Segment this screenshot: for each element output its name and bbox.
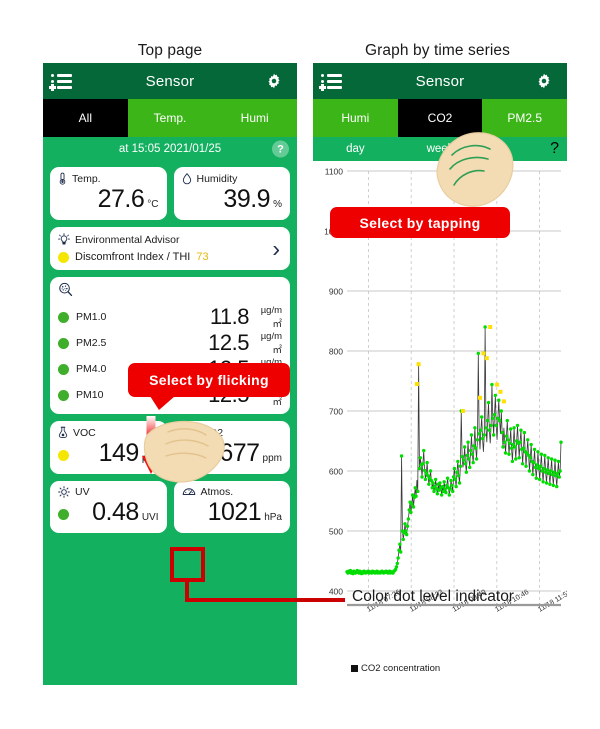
hand-tap-icon bbox=[436, 132, 514, 207]
screenshot-root: Top page Graph by time series Sensor All… bbox=[0, 0, 600, 729]
chart-canvas: 4005006007008009001000110011/18 07:2611/… bbox=[324, 167, 567, 675]
tab-all[interactable]: All bbox=[43, 99, 128, 137]
temp-value: 27.6 bbox=[97, 185, 145, 213]
pm-row[interactable]: PM2.5 12.5 µg/m㎡ bbox=[58, 330, 282, 356]
uv-unit: UVI bbox=[141, 512, 159, 523]
callout-leader-horizontal bbox=[185, 598, 345, 602]
co2-unit: ppm bbox=[262, 453, 282, 464]
timestamp-label: at 15:05 2021/01/25 bbox=[118, 143, 222, 155]
caption-graph-page: Graph by time series bbox=[365, 42, 510, 59]
chevron-right-icon[interactable]: › bbox=[272, 237, 280, 260]
pm25-unit: µg/m㎡ bbox=[260, 330, 282, 356]
pm10-label: PM10 bbox=[76, 389, 104, 401]
atmos-unit: hPa bbox=[264, 512, 282, 523]
voc-label: VOC bbox=[73, 426, 96, 439]
left-appbar: Sensor bbox=[43, 63, 297, 99]
advisor-index-row: Discomfront Index / THI 73 bbox=[58, 251, 282, 263]
advisor-body: Environmental Advisor Discomfront Index … bbox=[50, 227, 290, 270]
advisor-index-value: 73 bbox=[196, 251, 209, 263]
help-icon[interactable]: ? bbox=[272, 140, 289, 158]
callout-select-by-flicking: Select by flicking bbox=[128, 363, 290, 410]
pm1-label: PM1.0 bbox=[76, 311, 107, 323]
uv-label: UV bbox=[75, 486, 90, 498]
gear-icon[interactable] bbox=[257, 73, 291, 89]
callout-tapping-label: Select by tapping bbox=[359, 214, 481, 231]
pm4-level-dot bbox=[58, 363, 69, 375]
left-sensor-tabs[interactable]: All Temp. Humi bbox=[43, 99, 297, 137]
svg-text:500: 500 bbox=[329, 527, 343, 537]
co2-timeseries-chart[interactable]: 4005006007008009001000110011/18 07:2611/… bbox=[313, 161, 567, 685]
pm-card-head bbox=[58, 282, 282, 302]
tab-humi[interactable]: Humi bbox=[313, 99, 398, 137]
humidity-card-head: Humidity bbox=[174, 167, 291, 185]
list-add-icon[interactable] bbox=[319, 71, 353, 91]
range-day[interactable]: day bbox=[313, 137, 398, 161]
atmos-value-row: 1021 hPa bbox=[174, 498, 291, 533]
temp-humidity-row: Temp. 27.6 °C Humidity 39.9 % bbox=[50, 167, 290, 220]
humidity-label: Humidity bbox=[196, 172, 238, 185]
svg-text:600: 600 bbox=[329, 467, 343, 477]
atmos-card[interactable]: Atmos. 1021 hPa bbox=[173, 481, 291, 533]
humidity-value-row: 39.9 % bbox=[174, 185, 291, 220]
svg-text:700: 700 bbox=[329, 407, 343, 417]
pm-row[interactable]: PM1.0 11.8 µg/m㎡ bbox=[58, 304, 282, 330]
humidity-card[interactable]: Humidity 39.9 % bbox=[173, 167, 291, 220]
uv-level-dot bbox=[58, 509, 69, 520]
uv-card[interactable]: UV 0.48 UVI bbox=[50, 481, 167, 533]
svg-text:400: 400 bbox=[329, 587, 343, 597]
gear-icon[interactable] bbox=[527, 73, 561, 89]
temp-card-head: Temp. bbox=[50, 167, 167, 185]
svg-text:CO2 concentration: CO2 concentration bbox=[361, 663, 440, 674]
pm1-level-dot bbox=[58, 311, 69, 323]
environmental-advisor-card[interactable]: Environmental Advisor Discomfront Index … bbox=[50, 227, 290, 270]
callout-select-by-tapping: Select by tapping bbox=[330, 207, 510, 238]
sun-icon bbox=[58, 486, 70, 498]
callout-flicking-label: Select by flicking bbox=[149, 372, 269, 388]
temp-unit: °C bbox=[147, 199, 159, 210]
tab-humi[interactable]: Humi bbox=[212, 99, 297, 137]
svg-text:800: 800 bbox=[329, 347, 343, 357]
particle-icon bbox=[59, 282, 73, 297]
advisor-title: Environmental Advisor bbox=[75, 233, 180, 246]
uv-atmos-row: UV 0.48 UVI Atmos. 1021 hPa bbox=[50, 481, 290, 533]
help-icon[interactable]: ? bbox=[550, 140, 559, 158]
voc-value: 149 bbox=[98, 439, 140, 467]
left-timestamp-bar: at 15:05 2021/01/25 ? bbox=[43, 137, 297, 161]
pm1-unit: µg/m㎡ bbox=[260, 304, 282, 330]
pm25-label: PM2.5 bbox=[76, 337, 107, 349]
droplet-icon bbox=[182, 172, 191, 185]
lightbulb-icon bbox=[58, 233, 70, 245]
list-add-icon[interactable] bbox=[49, 71, 83, 91]
uv-value-row: 0.48 UVI bbox=[50, 498, 167, 533]
right-appbar: Sensor bbox=[313, 63, 567, 99]
left-app-title: Sensor bbox=[145, 72, 195, 90]
right-app-title: Sensor bbox=[415, 72, 465, 90]
temp-card[interactable]: Temp. 27.6 °C bbox=[50, 167, 167, 220]
humidity-unit: % bbox=[273, 199, 282, 210]
svg-text:1100: 1100 bbox=[325, 167, 344, 177]
pm25-value: 12.5 bbox=[208, 330, 249, 355]
humidity-value: 39.9 bbox=[223, 185, 271, 213]
pm10-level-dot bbox=[58, 389, 69, 401]
temp-value-row: 27.6 °C bbox=[50, 185, 167, 220]
atmos-value: 1021 bbox=[207, 498, 262, 526]
advisor-level-dot bbox=[58, 251, 69, 263]
advisor-index-label: Discomfront Index / THI bbox=[75, 251, 191, 263]
voc-level-dot bbox=[58, 450, 69, 461]
highlight-box-color-dot bbox=[170, 547, 205, 582]
temp-label: Temp. bbox=[72, 172, 101, 185]
pm25-level-dot bbox=[58, 337, 69, 349]
svg-text:900: 900 bbox=[329, 287, 343, 297]
pm4-label: PM4.0 bbox=[76, 363, 107, 375]
advisor-title-row: Environmental Advisor bbox=[58, 233, 282, 246]
pm1-value: 11.8 bbox=[209, 304, 250, 329]
flask-icon bbox=[58, 426, 68, 439]
thermometer-icon bbox=[59, 172, 66, 185]
tab-temp[interactable]: Temp. bbox=[128, 99, 213, 137]
uv-value: 0.48 bbox=[92, 498, 139, 526]
hand-flick-icon bbox=[143, 420, 225, 483]
annotation-color-dot-indicator: Color dot level indicator bbox=[352, 588, 514, 605]
caption-top-page: Top page bbox=[137, 42, 203, 59]
